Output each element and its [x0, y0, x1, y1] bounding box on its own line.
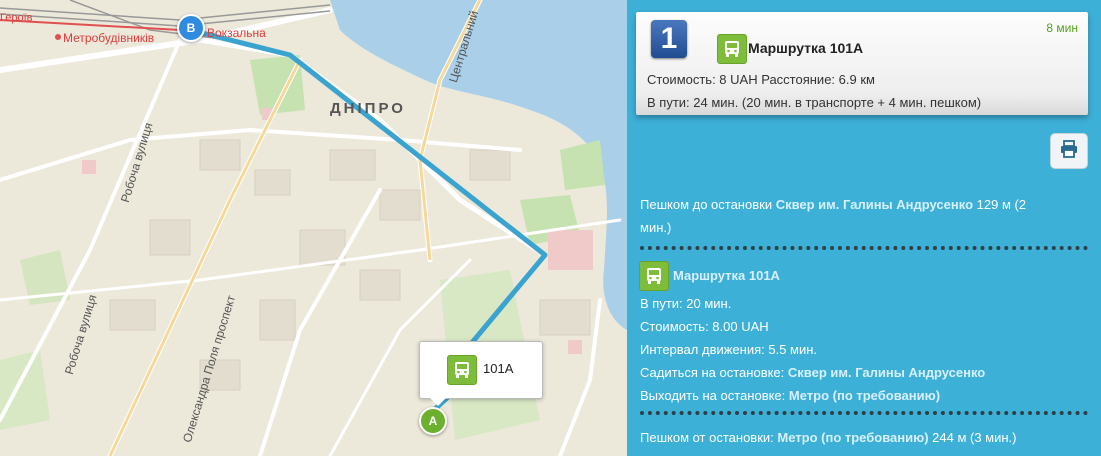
- walk-to-minutes: мин.): [640, 220, 672, 235]
- bus-icon: [447, 355, 477, 385]
- ride-cost: Стоимость: 8.00 UAH: [640, 319, 769, 334]
- ride-details: В пути: 20 мин. Стоимость: 8.00 UAH Инте…: [640, 292, 1090, 407]
- ride-exit: Выходить на остановке: Метро (по требова…: [640, 384, 1090, 407]
- city-label: ДНІПРО: [330, 100, 406, 117]
- popup-label: 101А: [483, 361, 514, 376]
- route-cost-distance: Стоимость: 8 UAH Расстояние: 6.9 км: [647, 72, 875, 87]
- station-label: Вокзальна: [207, 26, 266, 40]
- bus-icon: [639, 261, 669, 291]
- walk-from-stop: Пешком от остановки: Метро (по требовани…: [640, 426, 1090, 449]
- board-stop-link[interactable]: Сквер им. Галины Андрусенко: [788, 365, 985, 380]
- route-panel: 1 Маршрутка 101А 8 мин Стоимость: 8 UAH …: [627, 0, 1101, 456]
- board-prefix: Садиться на остановке:: [640, 365, 788, 380]
- divider: [640, 246, 1088, 250]
- map-view[interactable]: Героїв Метробудівників Вокзальна ДНІПРО …: [0, 0, 627, 456]
- route-start-marker[interactable]: A: [419, 407, 447, 435]
- ride-title[interactable]: Маршрутка 101А: [673, 264, 1101, 287]
- ride-interval: Интервал движения: 5.5 мин.: [640, 342, 818, 357]
- route-number-badge: 1: [651, 20, 687, 58]
- printer-icon: [1060, 139, 1078, 163]
- exit-stop-link[interactable]: Метро (по требованию): [789, 388, 940, 403]
- ride-in-transit: В пути: 20 мин.: [640, 296, 732, 311]
- exit-prefix: Выходить на остановке:: [640, 388, 789, 403]
- map-popup[interactable]: 101А: [419, 341, 543, 406]
- route-time-detail: В пути: 24 мин. (20 мин. в транспорте + …: [647, 95, 982, 110]
- route-end-marker[interactable]: B: [177, 14, 205, 42]
- route-duration: 8 мин: [1046, 21, 1078, 35]
- ride-title-text[interactable]: Маршрутка 101А: [673, 268, 780, 283]
- walk-from-distance: 244 м (3 мин.): [928, 430, 1017, 445]
- walk-to-prefix: Пешком до остановки: [640, 197, 776, 212]
- print-button[interactable]: [1050, 133, 1088, 169]
- walk-from-stop-link[interactable]: Метро (по требованию): [777, 430, 928, 445]
- route-card[interactable]: 1 Маршрутка 101А 8 мин Стоимость: 8 UAH …: [636, 12, 1088, 115]
- route-title: Маршрутка 101А: [748, 40, 864, 56]
- bus-icon: [717, 34, 747, 64]
- walk-to-stop-link[interactable]: Сквер им. Галины Андрусенко: [776, 197, 973, 212]
- metro-label: Метробудівників: [63, 31, 155, 45]
- walk-to-stop: Пешком до остановки Сквер им. Галины Анд…: [640, 193, 1090, 239]
- divider: [640, 411, 1088, 415]
- top-left-fragment: Героїв: [0, 12, 33, 24]
- walk-to-distance: 129 м (2: [973, 197, 1027, 212]
- walk-from-prefix: Пешком от остановки:: [640, 430, 778, 445]
- ride-board: Садиться на остановке: Сквер им. Галины …: [640, 361, 1090, 384]
